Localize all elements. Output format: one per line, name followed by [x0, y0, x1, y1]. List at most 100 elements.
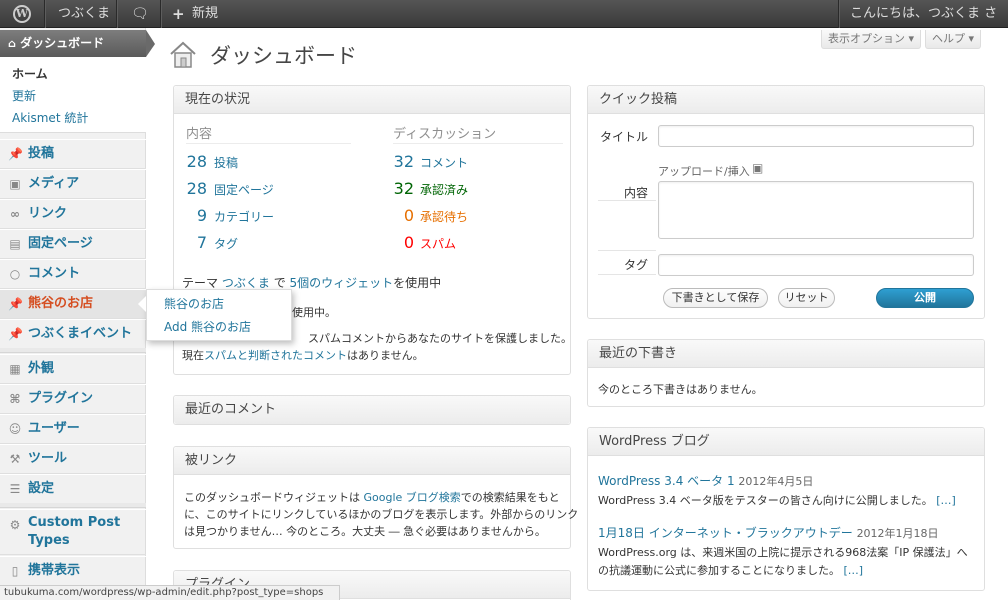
widget-title[interactable]: 最近のコメント: [174, 396, 570, 424]
shops-flyout-menu: 熊谷のお店 Add 熊谷のお店: [146, 289, 292, 341]
comments-link[interactable]: コメント: [420, 154, 468, 171]
posts-count[interactable]: 28: [174, 152, 207, 171]
read-more-link[interactable]: […]: [844, 564, 864, 577]
flyout-arrow: [138, 296, 146, 312]
approved-count[interactable]: 32: [374, 179, 414, 198]
new-content-link[interactable]: 新規: [192, 0, 218, 28]
approved-link[interactable]: 承認済み: [420, 181, 468, 198]
posts-link[interactable]: 投稿: [214, 154, 238, 171]
menu-mobile[interactable]: ▯ 携帯表示: [0, 556, 146, 586]
tags-input[interactable]: [658, 254, 974, 276]
title-label: タイトル: [599, 130, 648, 144]
google-blog-search-link[interactable]: Google ブログ検索: [364, 491, 461, 504]
akismet-line: スパムコメントからあなたのサイトを保護しました。: [308, 332, 572, 345]
submenu-updates[interactable]: 更新: [12, 87, 36, 104]
screen-options-button[interactable]: 表示オプション ▾: [821, 30, 922, 49]
tags-count[interactable]: 7: [174, 233, 207, 252]
menu-kumagaya-shops[interactable]: 📌 熊谷のお店: [0, 289, 146, 319]
flyout-add-shop[interactable]: Add 熊谷のお店: [164, 318, 251, 335]
help-button[interactable]: ヘルプ ▾: [925, 30, 982, 49]
pending-link[interactable]: 承認待ち: [420, 208, 468, 225]
wordpress-blog-widget: WordPress ブログ WordPress 3.4 ベータ 1 2012年4…: [587, 427, 985, 591]
divider: [393, 143, 563, 144]
divider: [598, 274, 656, 275]
menu-settings[interactable]: ☰ 設定: [0, 474, 146, 504]
submenu-home[interactable]: ホーム: [12, 65, 48, 82]
account-greeting[interactable]: こんにちは、つぶくま さん！: [850, 0, 1008, 49]
menu-tools[interactable]: ⚒ ツール: [0, 444, 146, 474]
pages-count[interactable]: 28: [174, 179, 207, 198]
menu-tsubukuma-events[interactable]: 📌 つぶくまイベント: [0, 319, 146, 349]
blog-post-2-excerpt-line1: WordPress.org は、来週米国の上院に提示される968法案「IP 保護…: [598, 546, 968, 559]
blog-post-2-title[interactable]: 1月18日 インターネット・ブラックアウトデー: [598, 526, 853, 540]
recent-drafts-widget: 最近の下書き 今のところ下書きはありません。: [587, 339, 985, 407]
comments-bubble-icon[interactable]: 🗨: [131, 0, 149, 28]
menu-label: 熊谷のお店: [28, 296, 94, 311]
current-menu-arrow: [146, 30, 155, 57]
widget-title[interactable]: 被リンク: [174, 447, 570, 475]
reset-button[interactable]: リセット: [778, 288, 835, 308]
plus-icon[interactable]: +: [172, 0, 185, 28]
dashboard-home-icon: [170, 41, 196, 68]
pin-icon: 📌: [8, 327, 23, 341]
tags-link[interactable]: タグ: [214, 235, 238, 252]
menu-comments[interactable]: ○ コメント: [0, 259, 146, 289]
categories-count[interactable]: 9: [174, 206, 207, 225]
upload-insert-label: アップロード/挿入: [658, 165, 750, 178]
menu-appearance[interactable]: ▦ 外観: [0, 354, 146, 384]
categories-link[interactable]: カテゴリー: [214, 208, 274, 225]
widget-title[interactable]: 最近の下書き: [588, 340, 984, 368]
site-name-link[interactable]: つぶくま: [58, 0, 110, 28]
menu-posts[interactable]: 📌 投稿: [0, 139, 146, 169]
save-draft-button[interactable]: 下書きとして保存: [663, 288, 768, 308]
appearance-icon: ▦: [9, 362, 21, 376]
admin-bar-divider: [838, 0, 839, 28]
menu-pages[interactable]: ▤ 固定ページ: [0, 229, 146, 259]
spam-link[interactable]: スパム: [420, 235, 456, 252]
menu-label: プラグイン: [28, 391, 94, 406]
publish-button[interactable]: 公開: [876, 288, 974, 308]
pages-link[interactable]: 固定ページ: [214, 181, 274, 198]
mobile-icon: ▯: [11, 564, 19, 578]
excerpt-text: WordPress 3.4 ベータ版をテスターの皆さん向けに公開しました。: [598, 494, 933, 507]
add-media-icon[interactable]: ▣: [752, 161, 763, 175]
submenu-akismet-stats[interactable]: Akismet 統計: [12, 109, 88, 126]
incoming-links-widget: 被リンク このダッシュボードウィジェットは Google ブログ検索での検索結果…: [173, 446, 578, 549]
menu-links[interactable]: ∞ リンク: [0, 199, 146, 229]
title-input[interactable]: [658, 125, 974, 147]
divider: [598, 200, 656, 201]
comments-count[interactable]: 32: [374, 152, 414, 171]
wordpress-logo-icon[interactable]: W: [13, 5, 31, 23]
blog-post-1-date: 2012年4月5日: [738, 475, 814, 488]
widget-title[interactable]: WordPress ブログ: [588, 428, 984, 456]
read-more-link[interactable]: […]: [936, 494, 956, 507]
pending-count[interactable]: 0: [374, 206, 414, 225]
content-textarea[interactable]: [658, 181, 974, 239]
menu-plugins[interactable]: ⌘ プラグイン: [0, 384, 146, 414]
menu-media[interactable]: ▣ メディア: [0, 169, 146, 199]
theme-name-link[interactable]: つぶくま: [222, 276, 270, 290]
menu-dashboard[interactable]: ⌂ ダッシュボード: [0, 30, 146, 57]
recent-comments-widget: 最近のコメント: [173, 395, 571, 425]
spam-comments-link[interactable]: スパムと判断されたコメント: [204, 349, 347, 362]
menu-dashboard-label: ダッシュボード: [20, 36, 105, 50]
menu-custom-post-types[interactable]: ⚙ Custom Post Types: [0, 509, 146, 555]
line1-b: での検索結果をもと: [460, 491, 560, 504]
theme-prefix: テーマ: [182, 276, 219, 290]
flyout-shops-list[interactable]: 熊谷のお店: [164, 295, 224, 312]
pin-icon: 📌: [8, 297, 23, 311]
home-icon: ⌂: [8, 37, 16, 50]
widget-title[interactable]: クイック投稿: [588, 86, 984, 114]
discussion-heading: ディスカッション: [393, 127, 497, 142]
blog-post-1-title[interactable]: WordPress 3.4 ベータ 1: [598, 474, 735, 488]
widgets-link[interactable]: 5個のウィジェット: [290, 276, 394, 290]
admin-bar-divider: [44, 0, 45, 28]
page-icon: ▤: [9, 237, 21, 251]
spam-count[interactable]: 0: [374, 233, 414, 252]
menu-users[interactable]: ☺ ユーザー: [0, 414, 146, 444]
widget-title[interactable]: 現在の状況: [174, 86, 570, 114]
menu-label: ツール: [28, 451, 68, 466]
plugin-icon: ⌘: [9, 392, 21, 406]
settings-icon: ☰: [9, 482, 21, 496]
version-line: 使用中。: [292, 306, 336, 319]
